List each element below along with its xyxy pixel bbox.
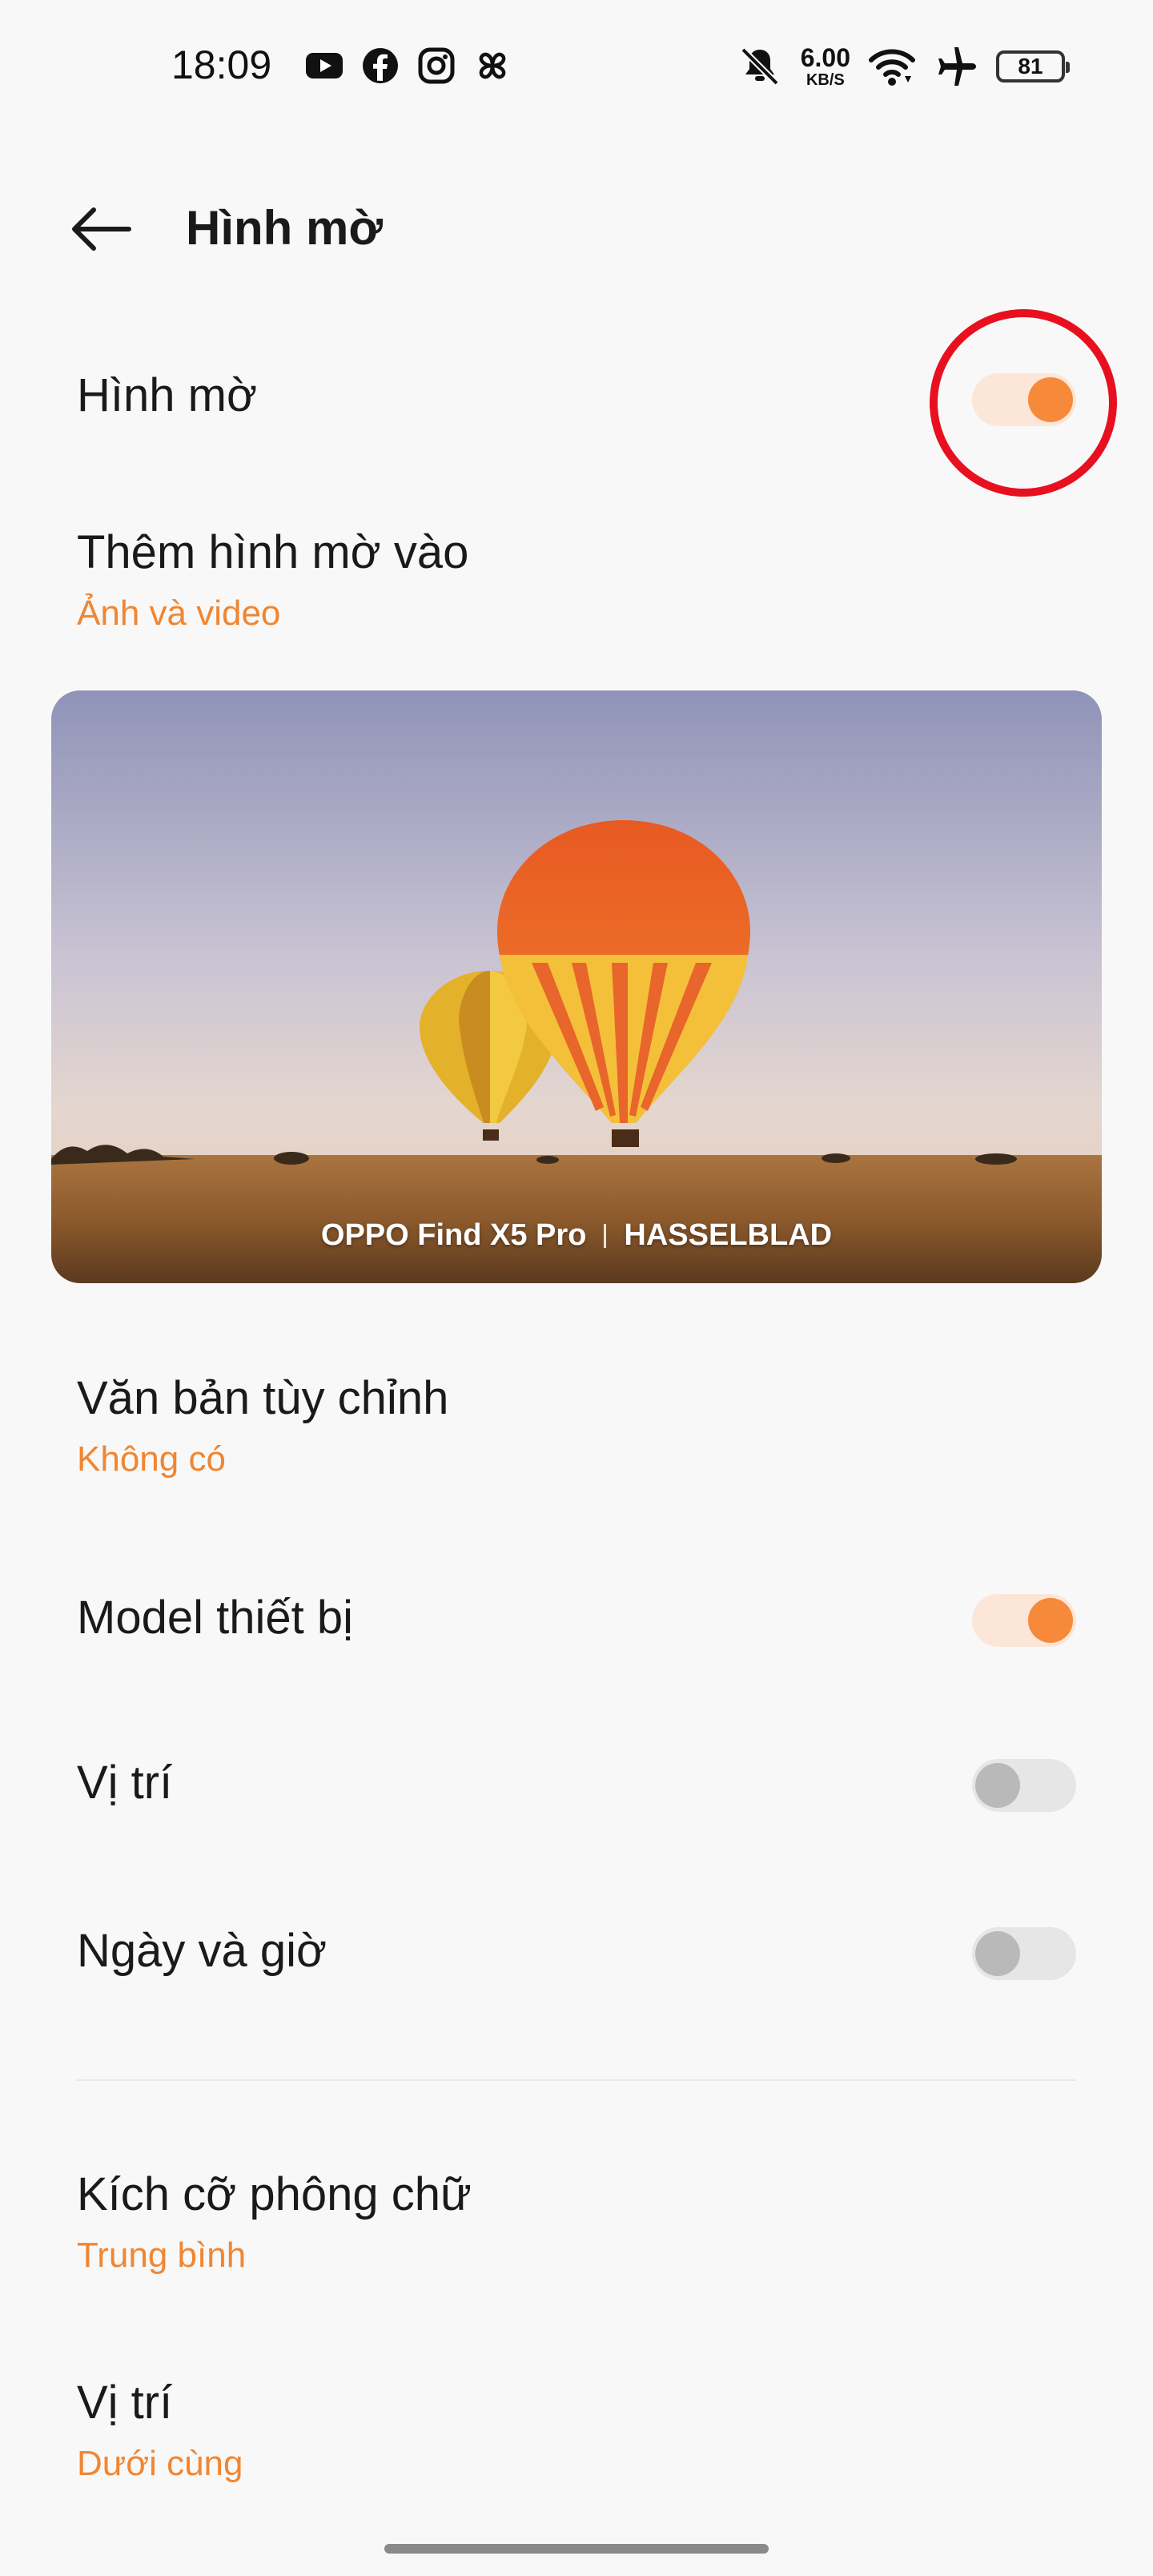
battery-icon: 81 [996,50,1070,83]
preview-partner-text: HASSELBLAD [624,1218,833,1252]
custom-text-value: Không có [77,1439,226,1479]
page-title: Hình mờ [186,201,383,255]
status-right-icons: 6.00 KB/S 81 [737,40,1070,93]
date-time-row[interactable]: Ngày và giờ [77,1924,1076,1988]
preview-watermark: OPPO Find X5 Pro HASSELBLAD [51,1218,1102,1253]
toggle-knob [975,1931,1020,1976]
font-size-label: Kích cỡ phông chữ [77,2168,472,2220]
date-time-toggle[interactable] [972,1927,1076,1980]
status-app-icons [304,46,512,86]
wifi-icon [868,46,916,87]
add-watermark-to-row[interactable]: Thêm hình mờ vào Ảnh và video [77,525,1076,634]
location-label: Vị trí [77,1757,173,1809]
network-speed: 6.00 KB/S [801,45,850,88]
watermark-toggle-switch[interactable] [972,373,1076,426]
youtube-icon [304,46,344,86]
toggle-knob [1028,377,1073,422]
watermark-toggle-label: Hình mờ [77,369,257,421]
custom-text-label: Văn bản tùy chỉnh [77,1372,449,1424]
pinwheel-icon [472,46,512,86]
position-value: Dưới cùng [77,2444,243,2483]
header: Hình mờ [0,184,1153,272]
position-row[interactable]: Vị trí Dưới cùng [77,2376,1076,2484]
date-time-label: Ngày và giờ [77,1925,327,1977]
network-speed-value: 6.00 [800,43,850,72]
back-arrow-icon [68,205,132,257]
preview-brand-text: OPPO Find X5 Pro [320,1218,587,1252]
location-toggle[interactable] [972,1759,1076,1812]
device-model-label: Model thiết bị [77,1592,353,1644]
instagram-icon [416,46,456,86]
font-size-value: Trung bình [77,2236,247,2275]
notifications-muted-icon [737,43,783,90]
status-time: 18:09 [171,42,272,87]
back-button[interactable] [64,199,136,263]
device-model-toggle[interactable] [972,1594,1076,1647]
facebook-icon [360,46,400,86]
home-indicator[interactable] [384,2544,769,2554]
section-divider [77,2079,1076,2081]
watermark-preview-image: OPPO Find X5 Pro HASSELBLAD [51,690,1102,1283]
toggle-knob [1028,1598,1073,1643]
font-size-row[interactable]: Kích cỡ phông chữ Trung bình [77,2167,1076,2276]
add-watermark-to-value: Ảnh và video [77,594,281,633]
custom-text-row[interactable]: Văn bản tùy chỉnh Không có [77,1371,1076,1479]
network-speed-unit: KB/S [805,71,845,89]
watermark-toggle-row[interactable]: Hình mờ [77,368,1076,433]
position-label: Vị trí [77,2377,173,2429]
toggle-knob [975,1763,1020,1808]
status-bar: 18:09 6.00 KB/S 81 [0,0,1153,136]
battery-level: 81 [1018,54,1043,78]
device-model-row[interactable]: Model thiết bị [77,1591,1076,1655]
add-watermark-to-label: Thêm hình mờ vào [77,526,469,578]
location-row[interactable]: Vị trí [77,1756,1076,1820]
airplane-mode-icon [934,44,978,89]
watermark-separator [604,1223,607,1248]
